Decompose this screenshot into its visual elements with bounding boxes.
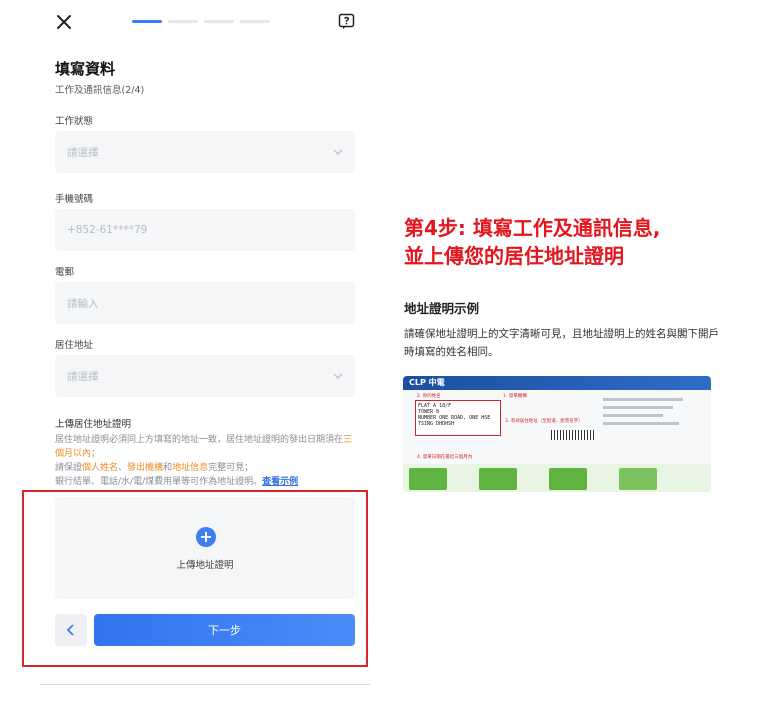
bill-logo: CLP 中電 bbox=[409, 378, 445, 387]
address-placeholder: 請選擇 bbox=[67, 370, 99, 383]
bill-note-name: 2. 你的姓名 bbox=[417, 394, 441, 399]
instruction-text: ； bbox=[91, 449, 101, 459]
instruction-text: 和 bbox=[163, 463, 173, 473]
instruction-text: 銀行結單、電話/水/電/煤費用單等可作為地址證明。 bbox=[55, 477, 263, 487]
phone-label: 手機號碼 bbox=[55, 194, 94, 205]
bill-address-line: TSING DHDHSH bbox=[418, 421, 455, 427]
work-status-select[interactable]: 請選擇 bbox=[55, 131, 355, 173]
bill-text-line bbox=[603, 414, 663, 417]
step-annotation-line-2: 並上傳您的居住地址證明 bbox=[404, 244, 624, 268]
work-status-label: 工作狀態 bbox=[55, 116, 94, 127]
page-title: 填寫資料 bbox=[55, 60, 116, 78]
instruction-highlight: 發出機構 bbox=[127, 463, 164, 473]
page-subtitle: 工作及通訊信息(2/4) bbox=[55, 85, 145, 96]
top-bar bbox=[40, 0, 370, 44]
highlight-frame bbox=[22, 490, 368, 667]
instruction-text: 請保證 bbox=[55, 463, 83, 473]
view-example-link[interactable]: 查看示例 bbox=[262, 477, 298, 487]
work-status-placeholder: 請選擇 bbox=[67, 146, 99, 159]
bill-note-issuer: 1. 發單機構 bbox=[503, 394, 527, 399]
chevron-down-icon bbox=[333, 149, 343, 155]
address-label: 居住地址 bbox=[55, 340, 94, 351]
bill-note-address: 3. 有效居住地址（至街道、屋苑名字） bbox=[505, 419, 583, 424]
email-label: 電郵 bbox=[55, 267, 75, 278]
progress-segment bbox=[168, 20, 198, 23]
instruction-text: 完整可見； bbox=[208, 463, 254, 473]
address-select[interactable]: 請選擇 bbox=[55, 355, 355, 397]
step-progress bbox=[132, 20, 270, 23]
bill-graphic bbox=[479, 468, 517, 490]
bill-graphic bbox=[549, 468, 587, 490]
sample-panel: 地址證明示例 請確保地址證明上的文字清晰可見，且地址證明上的姓名與閣下開戶時填寫… bbox=[392, 278, 728, 508]
step-annotation: 第4步: 填寫工作及通訊信息, 並上傳您的居住地址證明 bbox=[404, 214, 660, 270]
close-icon[interactable] bbox=[54, 12, 74, 32]
upload-section-title: 上傳居住地址證明 bbox=[55, 419, 132, 430]
progress-segment-active bbox=[132, 20, 162, 23]
bill-text-line bbox=[603, 422, 679, 425]
progress-segment bbox=[240, 20, 270, 23]
phone-field[interactable]: +852-61****79 bbox=[55, 209, 355, 251]
email-field[interactable]: 請輸入 bbox=[55, 282, 355, 324]
bill-graphic bbox=[409, 468, 447, 490]
bill-header: CLP 中電 bbox=[403, 376, 711, 390]
phone-value: +852-61****79 bbox=[67, 224, 148, 236]
instruction-highlight: 地址信息 bbox=[172, 463, 209, 473]
help-icon[interactable] bbox=[338, 13, 355, 30]
instruction-text: 居住地址證明必須同上方填寫的地址一致，居住地址證明的發出日期須在 bbox=[55, 435, 344, 445]
sample-description: 請確保地址證明上的文字清晰可見，且地址證明上的姓名與閣下開戶時填寫的姓名相同。 bbox=[404, 328, 719, 358]
step-annotation-line-1: 第4步: 填寫工作及通訊信息, bbox=[404, 216, 661, 240]
bill-graphic bbox=[619, 468, 657, 490]
bill-address-box: FLAT A 18/F TOWER 8 NUMBER ONE ROAD, ONE… bbox=[415, 400, 501, 436]
bottom-divider bbox=[40, 684, 370, 685]
bill-barcode bbox=[551, 430, 595, 440]
instruction-text: 、 bbox=[118, 463, 128, 473]
chevron-down-icon bbox=[333, 373, 343, 379]
instruction-highlight: 個人姓名 bbox=[82, 463, 119, 473]
bill-note-date: 4. 發單日期在最近三個月內 bbox=[417, 455, 473, 460]
progress-segment bbox=[204, 20, 234, 23]
sample-title: 地址證明示例 bbox=[404, 301, 480, 316]
email-placeholder: 請輸入 bbox=[67, 297, 99, 310]
upload-instructions: 居住地址證明必須同上方填寫的地址一致，居住地址證明的發出日期須在三個月以內； 請… bbox=[55, 433, 355, 489]
sample-bill-image: CLP 中電 1. 發單機構 2. 你的姓名 FLAT A 18/F TOWER… bbox=[403, 376, 711, 492]
bill-text-line bbox=[603, 406, 673, 409]
bill-text-line bbox=[603, 398, 683, 401]
